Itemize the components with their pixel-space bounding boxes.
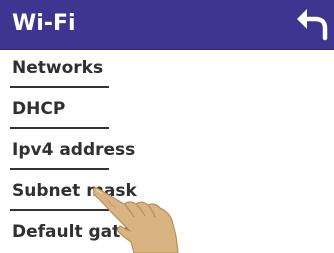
wifi-settings-screen: Wi-Fi Networks DHCP Ipv4 address Subnet … xyxy=(0,0,334,253)
page-title: Wi-Fi xyxy=(12,11,76,36)
settings-menu: Networks DHCP Ipv4 address Subnet mask D… xyxy=(0,49,334,253)
back-arrow-icon xyxy=(297,9,328,41)
menu-item-ipv4-address[interactable]: Ipv4 address xyxy=(0,131,334,173)
menu-item-label: Networks xyxy=(12,58,104,78)
divider xyxy=(10,209,109,211)
menu-item-subnet-mask[interactable]: Subnet mask xyxy=(0,172,334,214)
divider xyxy=(10,86,109,88)
menu-item-label: DHCP xyxy=(12,99,66,119)
menu-item-label: Ipv4 address xyxy=(12,140,136,160)
divider xyxy=(10,127,109,129)
header-bar: Wi-Fi xyxy=(0,0,334,50)
menu-item-dhcp[interactable]: DHCP xyxy=(0,90,334,132)
back-button[interactable] xyxy=(294,6,330,42)
menu-item-label: Subnet mask xyxy=(12,181,137,201)
menu-item-networks[interactable]: Networks xyxy=(0,49,334,91)
menu-item-default-gateway[interactable]: Default gateway xyxy=(0,213,334,253)
divider xyxy=(10,168,109,170)
menu-item-label: Default gateway xyxy=(12,222,170,242)
